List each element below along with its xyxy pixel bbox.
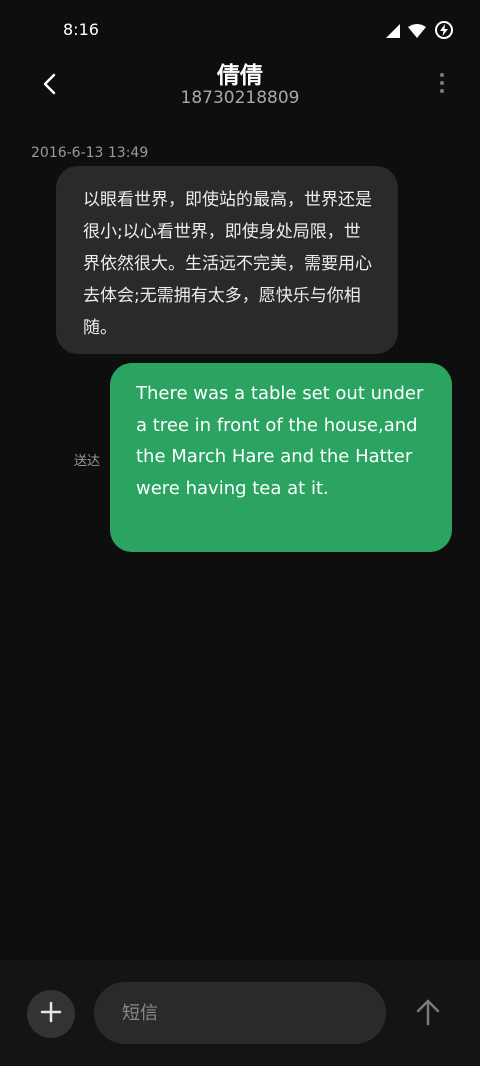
battery-charging-icon — [434, 20, 454, 44]
more-button[interactable] — [432, 68, 452, 98]
received-message-bubble[interactable]: 以眼看世界，即使站的最高，世界还是很小;以心看世界，即使身处局限，世界依然很大。… — [56, 166, 398, 354]
message-input[interactable] — [94, 982, 386, 1044]
status-time: 8:16 — [63, 20, 99, 39]
conversation-header: 倩倩 18730218809 — [0, 60, 480, 140]
message-composer — [0, 960, 480, 1066]
contact-name: 倩倩 — [217, 63, 263, 89]
message-text: 以眼看世界，即使站的最高，世界还是很小;以心看世界，即使身处局限，世界依然很大。… — [83, 190, 372, 338]
status-icons — [386, 20, 454, 44]
sent-message-bubble[interactable]: There was a table set out under a tree i… — [110, 363, 452, 552]
delivery-status: 送达 — [74, 454, 101, 469]
message-text: There was a table set out under a tree i… — [136, 383, 424, 499]
contact-number: 18730218809 — [180, 88, 300, 108]
status-bar: 8:16 — [0, 0, 480, 60]
signal-icon — [386, 23, 400, 42]
attach-button[interactable] — [27, 990, 75, 1038]
message-timestamp: 2016-6-13 13:49 — [31, 145, 149, 161]
send-button[interactable] — [408, 994, 448, 1034]
arrow-up-icon — [416, 998, 440, 1030]
plus-icon — [40, 1001, 62, 1027]
wifi-icon — [408, 23, 426, 42]
more-vertical-icon — [440, 73, 444, 77]
